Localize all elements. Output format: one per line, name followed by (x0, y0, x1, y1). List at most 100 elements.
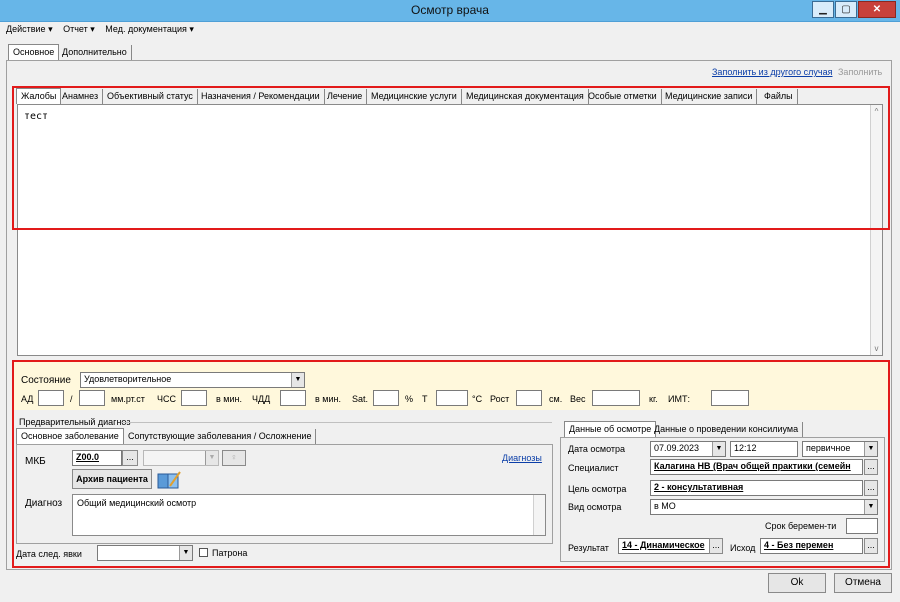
complaints-scrollbar[interactable]: ^ v (870, 105, 882, 355)
ad-systolic-input[interactable] (38, 390, 64, 406)
tab-consilium[interactable]: Данные о проведении консилиума (650, 422, 804, 438)
tab-exam-data[interactable]: Данные об осмотре (564, 421, 657, 437)
specialist-ellipsis-button[interactable]: ... (864, 459, 878, 475)
minimize-button[interactable]: ▁ (812, 1, 834, 18)
exam-kind-value: первичное (806, 443, 851, 453)
exam-type-label: Вид осмотра (568, 502, 622, 512)
specialist-label: Специалист (568, 463, 619, 473)
complaints-textarea[interactable]: тест ^ v (17, 104, 883, 356)
chevron-down-icon: ▼ (291, 373, 304, 387)
tab-complaints[interactable]: Жалобы (16, 88, 62, 104)
chevron-down-icon: ▼ (864, 442, 877, 456)
imt-label: ИМТ: (668, 394, 690, 404)
exam-goal-label: Цель осмотра (568, 484, 627, 494)
ad-label: АД (21, 394, 34, 404)
tab-prescriptions[interactable]: Назначения / Рекомендации (197, 89, 325, 105)
title-bar: Осмотр врача ▁ ▢ ✕ (0, 0, 900, 22)
mkb-label: МКБ (25, 456, 46, 467)
chdd-unit: в мин. (315, 394, 341, 404)
chss-input[interactable] (181, 390, 207, 406)
tab-special-notes[interactable]: Особые отметки (584, 89, 662, 105)
exam-type-value: в МО (654, 501, 676, 511)
temp-label: T (422, 394, 428, 404)
diagnosis-scrollbar[interactable] (533, 495, 545, 535)
ok-button[interactable]: Ok (768, 573, 826, 593)
height-label: Рост (490, 394, 510, 404)
tab-comorbid[interactable]: Сопутствующие заболевания / Осложнение (124, 429, 317, 445)
exam-goal-ellipsis-button[interactable]: ... (864, 480, 878, 496)
tab-anamnesis[interactable]: Анамнез (58, 89, 104, 105)
diagnosis-text: Общий медицинский осмотр (77, 498, 197, 508)
chdd-label: ЧДД (252, 394, 271, 404)
diagnosis-label: Диагноз (25, 498, 63, 509)
pregnancy-term-label: Срок беремен-ти (765, 521, 837, 531)
pregnancy-term-input[interactable] (846, 518, 878, 534)
mkb-ellipsis-button[interactable]: ... (122, 450, 138, 466)
fill-from-other-link[interactable]: Заполнить из другого случая (712, 67, 833, 77)
result-ellipsis-button[interactable]: ... (709, 538, 723, 554)
mkb-extra-select[interactable]: ▼ (143, 450, 219, 466)
weight-label: Вес (570, 394, 586, 404)
tab-main-disease[interactable]: Основное заболевание (16, 428, 124, 444)
chevron-down-icon: ▼ (179, 546, 192, 560)
weight-input[interactable] (592, 390, 640, 406)
mmhg-label: мм.рт.ст (111, 394, 145, 404)
next-visit-date[interactable]: ▼ (97, 545, 193, 561)
exam-goal-input[interactable]: 2 - консультативная (650, 480, 863, 496)
archive-book-icon[interactable] (156, 470, 182, 490)
tab-files[interactable]: Файлы (760, 89, 798, 105)
menu-bar: Действие ▾ Отчет ▾ Мед. документация ▾ (6, 24, 202, 40)
patronage-checkbox[interactable] (199, 548, 208, 557)
menu-report[interactable]: Отчет ▾ (63, 24, 95, 34)
ad-diastolic-input[interactable] (79, 390, 105, 406)
outcome-ellipsis-button[interactable]: ... (864, 538, 878, 554)
exam-date-label: Дата осмотра (568, 444, 626, 454)
group-divider (122, 422, 552, 423)
chdd-input[interactable] (280, 390, 306, 406)
exam-time-input[interactable]: 12:12 (730, 441, 798, 457)
ad-slash: / (70, 394, 73, 404)
fill-link[interactable]: Заполнить (838, 67, 882, 77)
chss-label: ЧСС (157, 394, 176, 404)
specialist-input[interactable]: Калагина НВ (Врач общей практики (семейн (650, 459, 863, 475)
chevron-down-icon: ▼ (205, 451, 218, 465)
result-input[interactable]: 14 - Динамическое (618, 538, 710, 554)
outcome-input[interactable]: 4 - Без перемен (760, 538, 863, 554)
sat-label: Sat. (352, 394, 369, 404)
weight-unit: кг. (649, 394, 658, 404)
height-unit: см. (549, 394, 563, 404)
close-button[interactable]: ✕ (858, 1, 896, 18)
exam-date-input[interactable]: 07.09.2023 ▼ (650, 441, 726, 457)
menu-med-docs[interactable]: Мед. документация ▾ (105, 24, 194, 34)
cancel-button[interactable]: Отмена (834, 573, 892, 593)
chevron-down-icon: ▼ (864, 500, 877, 514)
temp-input[interactable] (436, 390, 468, 406)
exam-kind-select[interactable]: первичное ▼ (802, 441, 878, 457)
tab-med-documentation[interactable]: Медицинская документация (462, 89, 589, 105)
tab-main[interactable]: Основное (8, 44, 60, 60)
tab-additional[interactable]: Дополнительно (58, 45, 132, 61)
state-label: Состояние (21, 375, 71, 386)
exam-date-value: 07.09.2023 (654, 443, 700, 453)
state-select[interactable]: Удовлетворительное ▼ (80, 372, 305, 388)
tab-med-services[interactable]: Медицинские услуги (367, 89, 462, 105)
imt-input[interactable] (711, 390, 749, 406)
next-visit-label: Дата след. явки (16, 549, 82, 559)
sat-unit: % (405, 394, 414, 404)
outcome-label: Исход (730, 543, 756, 553)
mkb-input[interactable]: Z00.0 (72, 450, 122, 466)
tab-med-records[interactable]: Медицинские записи (661, 89, 758, 105)
menu-action[interactable]: Действие ▾ (6, 24, 53, 34)
tab-objective-status[interactable]: Объективный статус (103, 89, 198, 105)
exam-type-select[interactable]: в МО ▼ (650, 499, 878, 515)
maximize-button[interactable]: ▢ (835, 1, 857, 18)
diagnosis-textarea[interactable]: Общий медицинский осмотр (72, 494, 546, 536)
height-input[interactable] (516, 390, 542, 406)
patronage-label: Патрона (212, 548, 248, 558)
diagnoses-link[interactable]: Диагнозы (502, 453, 542, 463)
person-icon[interactable]: ♀ (222, 450, 246, 466)
tab-treatment[interactable]: Лечение (323, 89, 368, 105)
sat-input[interactable] (373, 390, 399, 406)
archive-button[interactable]: Архив пациента (72, 469, 152, 489)
window-title: Осмотр врача (411, 3, 489, 17)
